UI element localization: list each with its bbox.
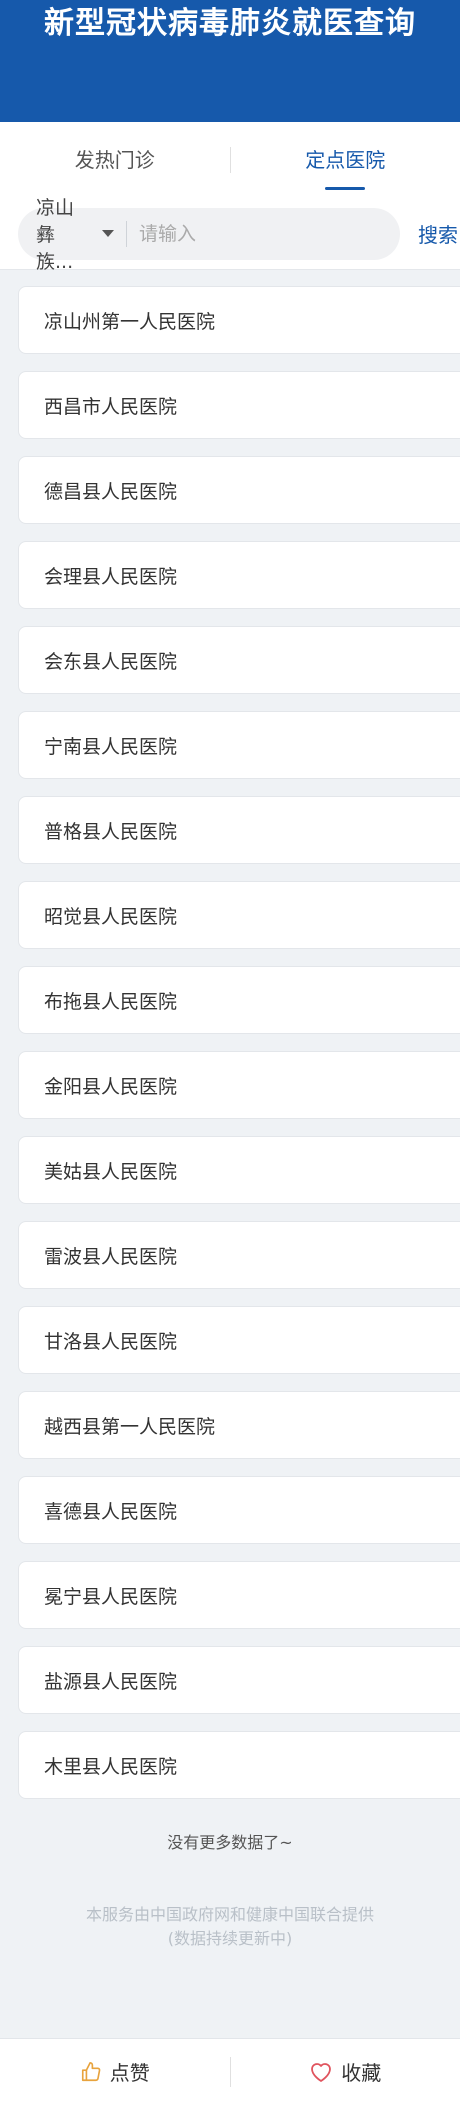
page-header: 新型冠状病毒肺炎就医查询 <box>0 0 460 122</box>
like-label: 点赞 <box>109 2061 150 2085</box>
bottom-action-bar: 点赞 收藏 <box>0 2038 460 2104</box>
hospital-name: 越西县第一人民医院 <box>44 1415 216 1438</box>
hospital-list-item[interactable]: 会理县人民医院 <box>18 541 460 609</box>
hospital-list-item[interactable]: 金阳县人民医院 <box>18 1051 460 1119</box>
region-value: 凉山彝族... <box>36 197 75 273</box>
search-button[interactable]: 搜索 <box>418 219 458 248</box>
hospital-list-item[interactable]: 会东县人民医院 <box>18 626 460 694</box>
hospital-name: 会理县人民医院 <box>44 565 178 588</box>
hospital-name: 冕宁县人民医院 <box>44 1585 178 1608</box>
page-title: 新型冠状病毒肺炎就医查询 <box>44 6 416 41</box>
footer-note: 本服务由中国政府网和健康中国联合提供 (数据持续更新中) <box>0 1903 460 1951</box>
favorite-button[interactable]: 收藏 <box>231 2057 460 2086</box>
hospital-list-item[interactable]: 越西县第一人民医院 <box>18 1391 460 1459</box>
hospital-name: 盐源县人民医院 <box>44 1670 178 1693</box>
active-tab-indicator <box>325 187 366 190</box>
hospital-list-item[interactable]: 普格县人民医院 <box>18 796 460 864</box>
hospital-list: 凉山州第一人民医院 西昌市人民医院 德昌县人民医院 会理县人民医院 会东县人民医院 宁南县… <box>0 270 460 1799</box>
hospital-name: 凉山州第一人民医院 <box>44 310 216 333</box>
hospital-name: 布拖县人民医院 <box>44 990 178 1013</box>
hospital-name: 宁南县人民医院 <box>44 735 178 758</box>
caret-down-icon <box>102 230 115 237</box>
footer-line-1: 本服务由中国政府网和健康中国联合提供 <box>85 1905 374 1924</box>
hospital-list-item[interactable]: 甘洛县人民医院 <box>18 1306 460 1374</box>
tab-label: 发热门诊 <box>74 148 155 172</box>
hospital-name: 雷波县人民医院 <box>44 1245 178 1268</box>
tab-designated-hospital[interactable]: 定点医院 <box>231 122 460 198</box>
hospital-list-item[interactable]: 雷波县人民医院 <box>18 1221 460 1289</box>
thumbs-up-icon <box>81 2061 101 2081</box>
hospital-list-item[interactable]: 西昌市人民医院 <box>18 371 460 439</box>
hospital-name: 甘洛县人民医院 <box>44 1330 178 1353</box>
hospital-name: 木里县人民医院 <box>44 1755 178 1778</box>
hospital-list-item[interactable]: 冕宁县人民医院 <box>18 1561 460 1629</box>
like-button[interactable]: 点赞 <box>0 2057 230 2086</box>
tab-fever-clinic[interactable]: 发热门诊 <box>0 122 230 198</box>
hospital-name: 会东县人民医院 <box>44 650 178 673</box>
hospital-list-item[interactable]: 凉山州第一人民医院 <box>18 286 460 354</box>
tab-bar: 发热门诊 定点医院 <box>0 122 460 198</box>
search-box: 凉山彝族... <box>18 197 400 273</box>
hospital-list-item[interactable]: 木里县人民医院 <box>18 1731 460 1799</box>
hospital-name: 西昌市人民医院 <box>44 395 178 418</box>
tab-label: 定点医院 <box>305 148 386 172</box>
no-more-text: 没有更多数据了~ <box>167 1833 293 1852</box>
hospital-name: 金阳县人民医院 <box>44 1075 178 1098</box>
region-select[interactable]: 凉山彝族... <box>36 193 115 274</box>
favorite-label: 收藏 <box>341 2061 382 2085</box>
hospital-list-item[interactable]: 宁南县人民医院 <box>18 711 460 779</box>
hospital-name: 昭觉县人民医院 <box>44 905 178 928</box>
search-bar: 凉山彝族... 搜索 <box>0 197 460 273</box>
hospital-list-item[interactable]: 德昌县人民医院 <box>18 456 460 524</box>
heart-icon <box>311 2062 332 2082</box>
hospital-name: 美姑县人民医院 <box>44 1160 178 1183</box>
hospital-list-item[interactable]: 布拖县人民医院 <box>18 966 460 1034</box>
footer-line-2: (数据持续更新中) <box>167 1929 293 1948</box>
hospital-name: 德昌县人民医院 <box>44 480 178 503</box>
hospital-list-item[interactable]: 昭觉县人民医院 <box>18 881 460 949</box>
hospital-name: 普格县人民医院 <box>44 820 178 843</box>
hospital-list-item[interactable]: 喜德县人民医院 <box>18 1476 460 1544</box>
search-separator <box>126 220 127 247</box>
hospital-list-item[interactable]: 美姑县人民医院 <box>18 1136 460 1204</box>
hospital-name: 喜德县人民医院 <box>44 1500 178 1523</box>
hospital-list-item[interactable]: 盐源县人民医院 <box>18 1646 460 1714</box>
search-input[interactable] <box>139 222 382 245</box>
